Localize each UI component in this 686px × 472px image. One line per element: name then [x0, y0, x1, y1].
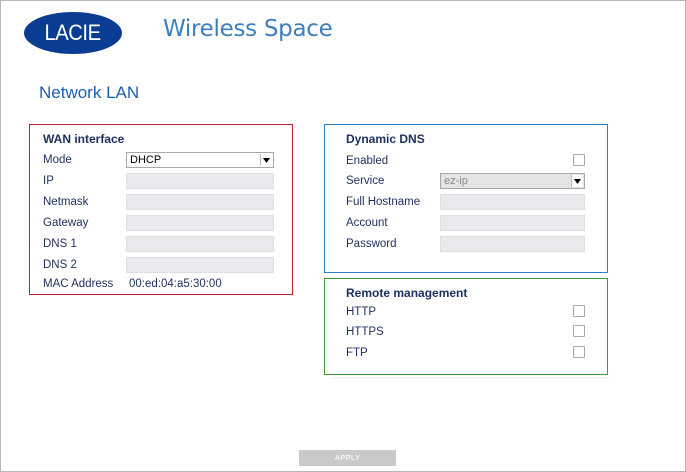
mode-select[interactable]: DHCP: [126, 152, 274, 168]
mode-row: Mode DHCP: [43, 152, 279, 169]
account-field[interactable]: [440, 215, 585, 231]
enabled-row: Enabled: [346, 153, 586, 170]
remote-panel-title: Remote management: [346, 286, 468, 300]
mac-value: 00:ed:04:a5:30:00: [129, 278, 222, 290]
ip-label: IP: [43, 175, 54, 187]
chevron-down-icon[interactable]: [571, 175, 583, 187]
https-checkbox[interactable]: [573, 325, 585, 337]
hostname-row: Full Hostname: [346, 194, 586, 211]
dynamic-dns-panel: Dynamic DNS Enabled Service ez-ip Full H…: [324, 124, 608, 273]
ip-row: IP: [43, 173, 279, 190]
account-row: Account: [346, 215, 586, 232]
gateway-row: Gateway: [43, 215, 279, 232]
http-row: HTTP: [346, 304, 586, 321]
wan-interface-panel: WAN interface Mode DHCP IP Netmask Gatew…: [29, 124, 293, 295]
dns1-field[interactable]: [126, 236, 274, 252]
ftp-checkbox[interactable]: [573, 346, 585, 358]
account-label: Account: [346, 217, 388, 229]
ddns-panel-title: Dynamic DNS: [346, 132, 425, 146]
dns2-label: DNS 2: [43, 259, 77, 271]
password-field[interactable]: [440, 236, 585, 252]
mac-label: MAC Address: [43, 278, 114, 290]
ftp-label: FTP: [346, 347, 368, 359]
enabled-checkbox[interactable]: [573, 154, 585, 166]
service-select-value: ez-ip: [444, 175, 468, 187]
dns2-row: DNS 2: [43, 257, 279, 274]
service-select[interactable]: ez-ip: [440, 173, 585, 189]
logo-text: LACIE: [44, 20, 102, 45]
enabled-label: Enabled: [346, 155, 389, 167]
service-label: Service: [346, 175, 385, 187]
netmask-row: Netmask: [43, 194, 279, 211]
http-checkbox[interactable]: [573, 305, 585, 317]
ftp-row: FTP: [346, 345, 586, 362]
dns1-row: DNS 1: [43, 236, 279, 253]
remote-management-panel: Remote management HTTP HTTPS FTP: [324, 278, 608, 375]
gateway-field[interactable]: [126, 215, 274, 231]
page-title: Network LAN: [39, 83, 140, 102]
http-label: HTTP: [346, 306, 377, 318]
hostname-label: Full Hostname: [346, 196, 421, 208]
https-row: HTTPS: [346, 324, 586, 341]
mac-row: MAC Address 00:ed:04:a5:30:00: [43, 276, 279, 293]
netmask-label: Netmask: [43, 196, 89, 208]
password-row: Password: [346, 236, 586, 253]
mode-select-value: DHCP: [130, 154, 162, 166]
panel-shadow-strip: [331, 377, 609, 380]
main-frame: LACIE Wireless Space Network LAN WAN int…: [0, 0, 686, 472]
dns2-field[interactable]: [126, 257, 274, 273]
hostname-field[interactable]: [440, 194, 585, 210]
ip-field[interactable]: [126, 173, 274, 189]
mode-label: Mode: [43, 154, 72, 166]
netmask-field[interactable]: [126, 194, 274, 210]
wan-panel-title: WAN interface: [43, 132, 125, 146]
password-label: Password: [346, 238, 397, 250]
lacie-logo: LACIE: [24, 12, 122, 54]
gateway-label: Gateway: [43, 217, 89, 229]
service-row: Service ez-ip: [346, 173, 586, 190]
https-label: HTTPS: [346, 326, 384, 338]
apply-button[interactable]: APPLY: [299, 450, 396, 466]
product-title: Wireless Space: [163, 16, 333, 42]
dns1-label: DNS 1: [43, 238, 77, 250]
chevron-down-icon[interactable]: [260, 154, 272, 166]
